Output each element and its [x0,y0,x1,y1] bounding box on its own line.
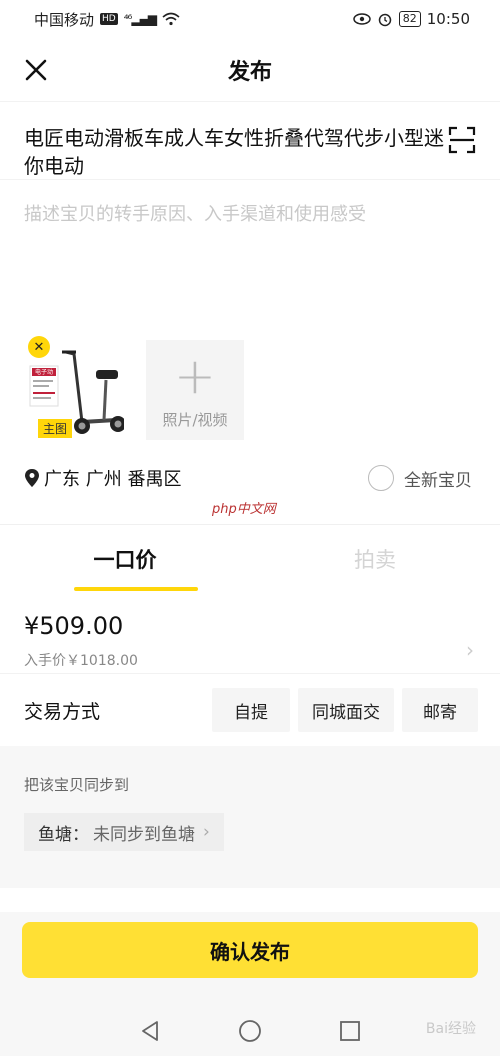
new-item-toggle[interactable]: 全新宝贝 [368,465,472,491]
trade-method-label: 交易方式 [24,700,101,723]
add-photo-button[interactable]: + 照片/视频 [146,340,244,440]
current-price: ¥509.00 [24,612,124,640]
wifi-icon [162,12,180,26]
fishpond-value: 未同步到鱼塘 [93,824,195,845]
chevron-right-icon: › [466,638,474,662]
eye-icon [353,13,371,25]
location-selector[interactable]: 广东 广州 番禺区 [24,465,181,491]
hd-badge: HD [100,13,118,25]
location-pin-icon [25,469,39,487]
new-item-label: 全新宝贝 [404,470,472,491]
page-title: 发布 [227,59,272,85]
back-nav-icon[interactable] [135,1016,165,1046]
sync-section: 把该宝贝同步到 鱼塘： 未同步到鱼塘 › [0,746,500,888]
tab-fixed-price-label: 一口价 [93,547,157,572]
watermark-text: php中文网 [212,502,276,517]
pricing-tabs: 一口价 拍卖 [0,524,500,600]
carrier-name: 中国移动 [34,10,95,29]
photo-row: ✕ 电子动 主图 + 照片/视频 [0,336,500,448]
tab-auction-label: 拍卖 [354,547,396,572]
status-bar: 中国移动 HD ⁴⁶▂▄▆ 82 10:50 [0,0,500,38]
clock: 10:50 [426,10,470,28]
location-text: 广东 广州 番禺区 [44,469,182,490]
signal-icon: ⁴⁶▂▄▆ [123,12,157,26]
main-photo[interactable]: ✕ 电子动 主图 [24,336,126,440]
header: 发布 [0,38,500,102]
trade-option-pickup[interactable]: 自提 [212,688,290,732]
original-price: 入手价￥1018.00 [24,653,138,669]
fishpond-label: 鱼塘： [38,824,89,845]
active-tab-indicator [74,587,198,591]
home-nav-icon[interactable] [235,1016,265,1046]
description-input[interactable]: 描述宝贝的转手原因、入手渠道和使用感受 [0,180,500,340]
trade-method-row: 交易方式 自提 同城面交 邮寄 [0,674,500,746]
tab-auction[interactable]: 拍卖 [250,525,500,600]
plus-icon: + [174,346,216,405]
title-text[interactable]: 电匠电动滑板车成人车女性折叠代驾代步小型迷你电动 [24,124,444,176]
add-photo-label: 照片/视频 [162,410,228,429]
bottom-area: 确认发布 Bai经验 [0,912,500,1056]
trade-option-mail[interactable]: 邮寄 [402,688,478,732]
recents-nav-icon[interactable] [335,1016,365,1046]
close-icon[interactable] [24,58,48,82]
chevron-right-icon: › [203,822,210,842]
fishpond-sync-chip[interactable]: 鱼塘： 未同步到鱼塘 › [24,813,224,851]
svg-text:电子动: 电子动 [35,368,53,376]
confirm-publish-button[interactable]: 确认发布 [22,922,478,978]
watermark: php中文网 [0,502,500,524]
alarm-icon [378,13,392,27]
new-item-radio[interactable] [368,465,394,491]
scan-icon[interactable] [448,126,476,154]
price-selector[interactable]: ¥509.00 入手价￥1018.00 › [0,600,500,674]
main-photo-tag: 主图 [38,419,73,438]
title-input[interactable]: 电匠电动滑板车成人车女性折叠代驾代步小型迷你电动 [0,102,500,180]
description-placeholder: 描述宝贝的转手原因、入手渠道和使用感受 [24,204,366,225]
delete-photo-button[interactable]: ✕ [28,336,50,358]
trade-option-local[interactable]: 同城面交 [298,688,394,732]
sync-title: 把该宝贝同步到 [24,776,130,794]
battery-indicator: 82 [398,11,421,27]
nav-watermark: Bai经验 [425,1021,476,1037]
